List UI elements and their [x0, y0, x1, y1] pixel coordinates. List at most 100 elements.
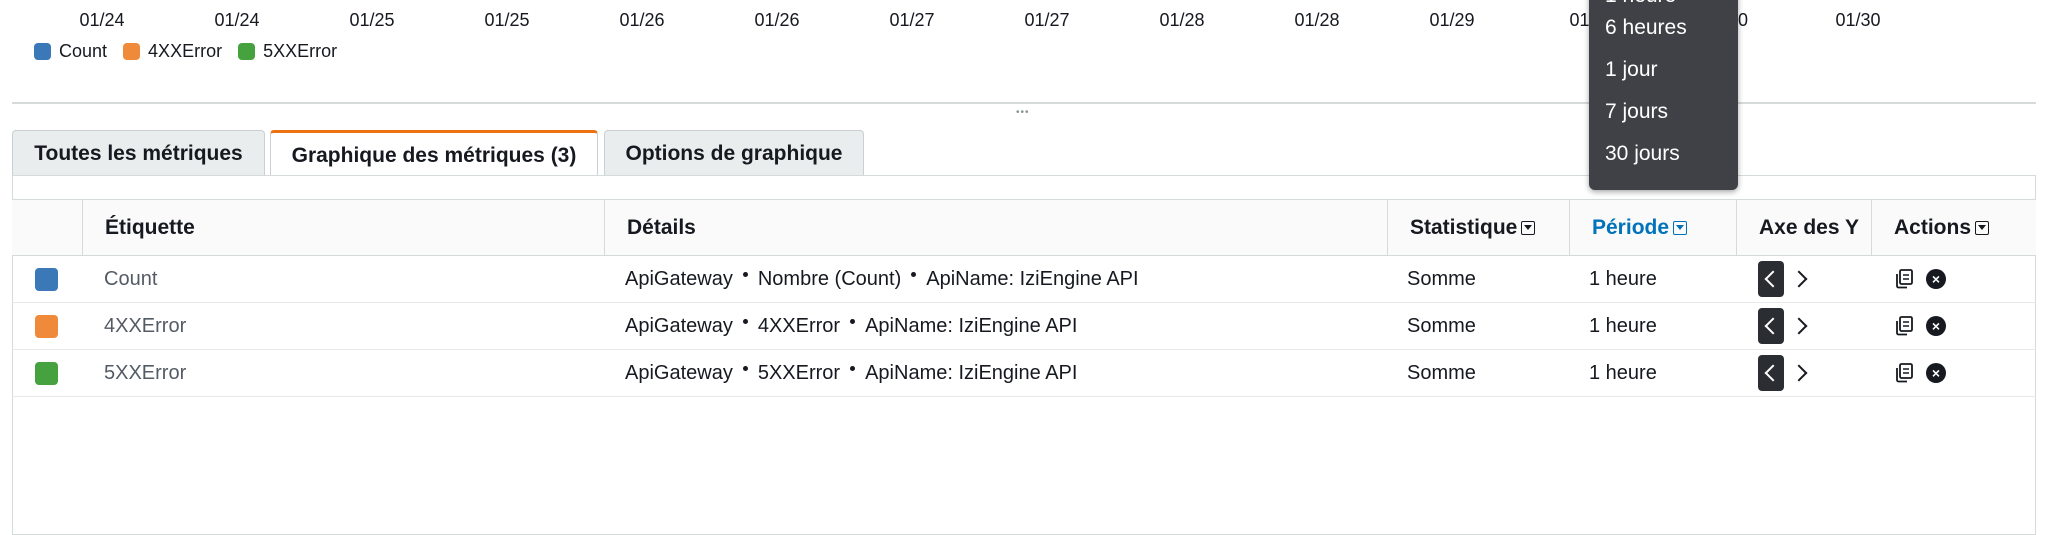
- chevron-left-icon: [1764, 317, 1782, 335]
- chart-legend: Count 4XXError 5XXError: [34, 41, 337, 62]
- series-color-swatch[interactable]: [35, 267, 58, 291]
- dropdown-icon[interactable]: [1521, 220, 1536, 235]
- details-metric: 5XXError: [757, 361, 841, 384]
- row-details: ApiGateway Nombre (Count) ApiName: IziEn…: [625, 256, 1139, 302]
- axis-date-label: 01/27: [1024, 10, 1070, 30]
- row-label[interactable]: 4XXError: [104, 303, 186, 349]
- remove-icon[interactable]: ×: [1924, 314, 1948, 338]
- legend-swatch: [238, 43, 256, 60]
- chevron-right-icon: [1790, 317, 1808, 335]
- y-axis-right-button[interactable]: [1788, 308, 1814, 344]
- details-dimension: ApiName: IziEngine API: [926, 267, 1139, 290]
- row-color-cell[interactable]: [35, 350, 58, 396]
- separator-dot: [742, 318, 748, 324]
- header-details-text: Détails: [627, 215, 696, 239]
- tab-all-metrics[interactable]: Toutes les métriques: [12, 130, 265, 176]
- series-color-swatch[interactable]: [35, 361, 58, 385]
- row-y-axis: [1758, 350, 1814, 396]
- header-details[interactable]: Détails: [604, 200, 1387, 255]
- header-period[interactable]: Période: [1569, 200, 1736, 255]
- legend-item-count[interactable]: Count: [34, 41, 107, 62]
- row-y-axis: [1758, 303, 1814, 349]
- details-metric: 4XXError: [757, 314, 841, 337]
- y-axis-right-button[interactable]: [1788, 261, 1814, 297]
- row-actions: ×: [1892, 350, 1948, 396]
- header-statistic[interactable]: Statistique: [1387, 200, 1569, 255]
- period-option-6-hours[interactable]: 6 heures: [1605, 16, 1687, 40]
- axis-date-label: 01/27: [889, 10, 935, 30]
- separator-dot: [742, 365, 748, 371]
- row-period[interactable]: 1 heure: [1589, 350, 1657, 396]
- row-label[interactable]: 5XXError: [104, 350, 186, 396]
- y-axis-left-button[interactable]: [1758, 355, 1784, 391]
- header-y-axis[interactable]: Axe des Y: [1736, 200, 1871, 255]
- details-namespace: ApiGateway: [625, 361, 733, 384]
- period-option-30-days[interactable]: 30 jours: [1605, 142, 1680, 166]
- tab-label: Toutes les métriques: [34, 141, 243, 165]
- legend-label: 5XXError: [263, 41, 338, 61]
- details-namespace: ApiGateway: [625, 314, 733, 337]
- period-option-7-days[interactable]: 7 jours: [1605, 100, 1668, 124]
- axis-date-label: 0: [1737, 10, 1749, 30]
- header-actions-text: Actions: [1894, 215, 1972, 239]
- row-y-axis: [1758, 256, 1814, 302]
- row-period[interactable]: 1 heure: [1589, 256, 1657, 302]
- row-actions: ×: [1892, 256, 1948, 302]
- separator-dot: [850, 318, 856, 324]
- row-details: ApiGateway 5XXError ApiName: IziEngine A…: [625, 350, 1077, 396]
- table-row: Count ApiGateway Nombre (Count) ApiName:…: [12, 256, 2036, 303]
- period-option-1-day[interactable]: 1 jour: [1605, 58, 1658, 82]
- axis-date-label: 01/26: [619, 10, 665, 30]
- remove-icon[interactable]: ×: [1924, 361, 1948, 385]
- row-statistic[interactable]: Somme: [1407, 256, 1476, 302]
- period-option-1-hour[interactable]: 1 heure: [1605, 0, 1676, 8]
- row-color-cell[interactable]: [35, 256, 58, 302]
- table-row: 5XXError ApiGateway 5XXError ApiName: Iz…: [12, 350, 2036, 397]
- header-color-column: [12, 200, 82, 255]
- legend-swatch: [34, 43, 51, 60]
- axis-date-label: 01/25: [349, 10, 395, 30]
- row-label[interactable]: Count: [104, 256, 157, 302]
- legend-label: Count: [59, 41, 108, 61]
- period-dropdown-menu: 1 heure 6 heures 1 jour 7 jours 30 jours: [1589, 0, 1738, 190]
- row-statistic[interactable]: Somme: [1407, 303, 1476, 349]
- axis-date-label: 01/25: [484, 10, 530, 30]
- series-color-swatch[interactable]: [35, 314, 58, 338]
- details-namespace: ApiGateway: [625, 267, 733, 290]
- legend-item-4xxerror[interactable]: 4XXError: [123, 41, 222, 62]
- chevron-left-icon: [1764, 270, 1782, 288]
- duplicate-icon[interactable]: [1892, 361, 1916, 385]
- tab-label: Options de graphique: [625, 141, 843, 165]
- chevron-right-icon: [1790, 364, 1808, 382]
- dropdown-icon[interactable]: [1975, 220, 1990, 235]
- legend-label: 4XXError: [148, 41, 223, 61]
- details-dimension: ApiName: IziEngine API: [865, 361, 1078, 384]
- y-axis-right-button[interactable]: [1788, 355, 1814, 391]
- dropdown-icon[interactable]: [1673, 220, 1688, 235]
- header-statistic-text: Statistique: [1410, 215, 1518, 239]
- details-metric: Nombre (Count): [757, 267, 902, 290]
- duplicate-icon[interactable]: [1892, 314, 1916, 338]
- header-actions[interactable]: Actions: [1871, 200, 2036, 255]
- header-y-axis-text: Axe des Y: [1759, 215, 1860, 239]
- tab-graphed-metrics[interactable]: Graphique des métriques (3): [270, 130, 598, 178]
- row-statistic[interactable]: Somme: [1407, 350, 1476, 396]
- legend-item-5xxerror[interactable]: 5XXError: [238, 41, 337, 62]
- y-axis-left-button[interactable]: [1758, 308, 1784, 344]
- tab-graph-options[interactable]: Options de graphique: [604, 130, 864, 176]
- row-period[interactable]: 1 heure: [1589, 303, 1657, 349]
- separator-dot: [742, 271, 748, 277]
- y-axis-left-button[interactable]: [1758, 261, 1784, 297]
- header-label-text: Étiquette: [105, 215, 195, 239]
- axis-date-label: 01/26: [754, 10, 800, 30]
- axis-date-label: 01/28: [1294, 10, 1340, 30]
- row-color-cell[interactable]: [35, 303, 58, 349]
- header-label[interactable]: Étiquette: [82, 200, 604, 255]
- row-actions: ×: [1892, 303, 1948, 349]
- remove-icon[interactable]: ×: [1924, 267, 1948, 291]
- tab-label: Graphique des métriques (3): [291, 143, 577, 167]
- axis-date-label: 01/24: [214, 10, 260, 30]
- axis-date-label: 01/28: [1159, 10, 1205, 30]
- duplicate-icon[interactable]: [1892, 267, 1916, 291]
- resize-handle-icon[interactable]: •••: [1016, 108, 1034, 118]
